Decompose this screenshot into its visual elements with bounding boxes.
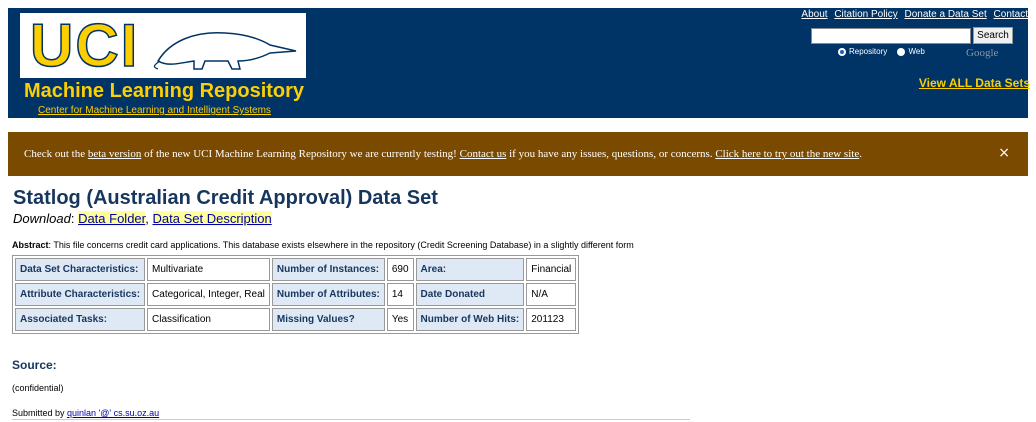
table-cell: 14 — [386, 283, 414, 306]
colon: : — [70, 211, 79, 226]
site-subtitle-link[interactable]: Center for Machine Learning and Intellig… — [38, 105, 271, 116]
dataset-info-table: Data Set Characteristics: Multivariate N… — [12, 255, 580, 334]
table-cell: Financial — [526, 258, 577, 281]
site-title: Machine Learning Repository — [24, 80, 305, 102]
table-cell: Categorical, Integer, Real — [147, 283, 270, 306]
table-header-cell: Area: — [415, 258, 525, 281]
table-header-cell: Associated Tasks: — [15, 308, 146, 331]
data-folder-link[interactable]: Data Folder — [78, 211, 146, 226]
abstract-text: : This file concerns credit card applica… — [48, 240, 634, 250]
download-label: Download — [13, 211, 71, 226]
search-button[interactable]: Search — [973, 27, 1013, 44]
radio-web[interactable] — [897, 47, 906, 56]
table-header-cell: Number of Instances: — [271, 258, 385, 281]
table-header-cell: Data Set Characteristics: — [15, 258, 146, 281]
banner-message: Check out the beta version of the new UC… — [24, 148, 862, 160]
contact-us-link[interactable]: Contact us — [460, 148, 507, 160]
table-row: Attribute Characteristics: Categorical, … — [15, 283, 577, 306]
abstract-label: Abstract — [12, 240, 49, 250]
submitted-by: Submitted by quinlan '@' cs.su.oz.au — [12, 408, 159, 418]
table-cell: Multivariate — [147, 258, 270, 281]
anteater-icon — [153, 32, 297, 70]
citation-policy-link[interactable]: Citation Policy — [834, 9, 897, 20]
search-input[interactable] — [811, 28, 971, 44]
table-row: Associated Tasks: Classification Missing… — [15, 308, 577, 331]
divider — [12, 419, 690, 420]
table-header-cell: Missing Values? — [271, 308, 385, 331]
donate-link[interactable]: Donate a Data Set — [904, 9, 986, 20]
about-link[interactable]: About — [801, 9, 827, 20]
new-site-link[interactable]: Click here to try out the new site — [715, 148, 859, 160]
search-scope: Repository Web — [838, 47, 933, 56]
table-header-cell: Date Donated — [415, 283, 525, 306]
download-row: Download: Data Folder, Data Set Descript… — [13, 211, 272, 226]
contact-link[interactable]: Contact — [994, 9, 1028, 20]
beta-version-link[interactable]: beta version — [88, 148, 141, 160]
uci-logo[interactable]: UCI — [20, 13, 306, 78]
view-all-datasets-link[interactable]: View ALL Data Sets — [919, 76, 1030, 90]
submitted-label: Submitted by — [12, 408, 68, 418]
table-header-cell: Number of Attributes: — [271, 283, 385, 306]
radio-repository-label: Repository — [849, 47, 888, 57]
data-set-description-link[interactable]: Data Set Description — [152, 211, 272, 226]
banner-text-1: Check out the — [24, 148, 88, 160]
source-heading: Source: — [12, 358, 57, 372]
banner-text-4: . — [859, 148, 862, 160]
beta-banner: Check out the beta version of the new UC… — [8, 132, 1028, 176]
table-cell: 201123 — [526, 308, 577, 331]
logo-text: UCI — [29, 12, 140, 79]
site-header: UCI Machine Learning Repository Center f… — [8, 8, 1028, 118]
page-title: Statlog (Australian Credit Approval) Dat… — [13, 187, 438, 209]
top-nav: About Citation Policy Donate a Data Set … — [797, 9, 1028, 20]
radio-web-label: Web — [908, 47, 925, 57]
close-icon[interactable]: × — [998, 145, 1010, 161]
table-cell: 690 — [386, 258, 414, 281]
abstract: Abstract: This file concerns credit card… — [12, 240, 634, 250]
table-cell: N/A — [526, 283, 577, 306]
table-row: Data Set Characteristics: Multivariate N… — [15, 258, 577, 281]
table-header-cell: Attribute Characteristics: — [15, 283, 146, 306]
table-cell: Classification — [147, 308, 270, 331]
banner-text-2: of the new UCI Machine Learning Reposito… — [141, 148, 460, 160]
table-header-cell: Number of Web Hits: — [415, 308, 525, 331]
table-cell: Yes — [386, 308, 414, 331]
radio-repository[interactable] — [838, 47, 846, 56]
source-value: (confidential) — [12, 383, 64, 393]
banner-text-3: if you have any issues, questions, or co… — [506, 148, 716, 160]
google-logo: Google — [966, 47, 999, 59]
submitter-email-link[interactable]: quinlan '@' cs.su.oz.au — [67, 408, 159, 418]
comma: , — [145, 211, 153, 226]
